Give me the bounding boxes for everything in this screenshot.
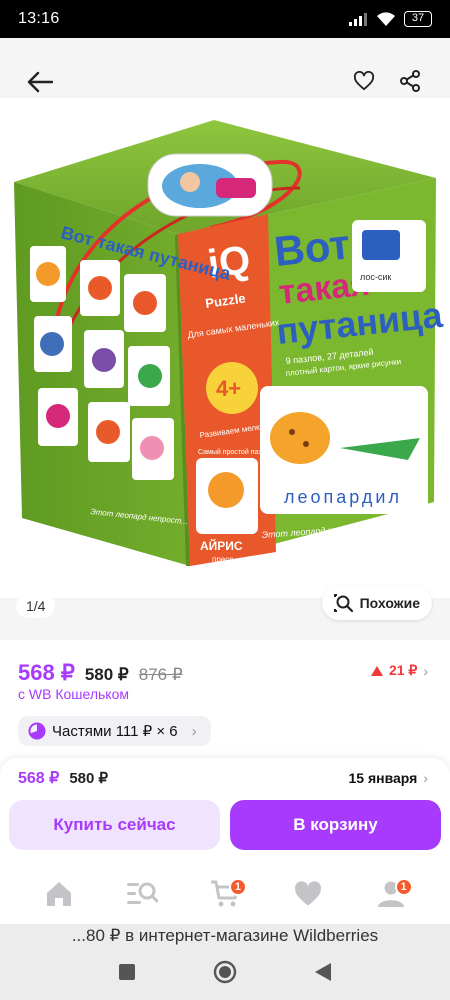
heart-filled-icon: [294, 881, 321, 906]
box-play-label: И ИГРАЕМ: [0, 353, 8, 398]
similar-label: Похожие: [359, 595, 420, 611]
delivery-date-button[interactable]: 15 января ›: [348, 770, 428, 786]
circle-icon: [213, 960, 237, 983]
status-time: 13:16: [18, 10, 60, 27]
catalog-search-icon: [127, 882, 159, 904]
similar-search-icon: [333, 594, 353, 613]
chevron-right-icon: ›: [423, 662, 428, 679]
back-button[interactable]: [22, 64, 58, 100]
price-crossed: 876 ₽: [138, 665, 183, 684]
home-system-button[interactable]: [213, 960, 237, 989]
installments-button[interactable]: Частями 111 ₽ × 6 ›: [18, 716, 211, 746]
similar-button[interactable]: Похожие: [321, 586, 432, 620]
nav-home[interactable]: [39, 874, 79, 914]
nav-cart[interactable]: 1: [205, 874, 247, 914]
back-system-button[interactable]: [315, 962, 331, 986]
profile-badge: 1: [394, 878, 413, 896]
buy-now-button[interactable]: Купить сейчас: [9, 800, 220, 850]
bottom-nav: 1 1: [0, 864, 450, 924]
favorite-button[interactable]: [348, 64, 380, 98]
home-icon: [47, 882, 72, 906]
square-icon: [119, 963, 135, 980]
delivery-date: 15 января: [348, 770, 418, 786]
triangle-back-icon: [315, 962, 331, 981]
system-nav-bar: [0, 948, 450, 1000]
status-icons: 37: [348, 11, 432, 27]
pricing-section: 568 ₽ 580 ₽ 876 ₽ с WB Кошельком 21 ₽ › …: [0, 640, 450, 758]
box-word-small: лос-сик: [360, 272, 391, 282]
gallery-counter: 1/4: [16, 594, 56, 618]
left-cards: [30, 246, 174, 480]
price-regular: 580 ₽: [84, 665, 129, 684]
share-icon: [400, 70, 420, 92]
arrow-left-icon: [27, 71, 53, 93]
chevron-right-icon: ›: [423, 770, 428, 786]
product-gallery[interactable]: iQ Puzzle Для самых маленьких 4+ Развива…: [0, 38, 450, 640]
price-history-button[interactable]: 21 ₽ ›: [370, 662, 428, 679]
browser-title-strip: ...80 ₽ в интернет-магазине Wildberries: [0, 924, 450, 948]
buy-panel-price-regular: 580 ₽: [69, 770, 109, 787]
price-row: 568 ₽ 580 ₽ 876 ₽: [18, 660, 183, 686]
status-bar: 13:16 37: [0, 0, 450, 38]
price-diff: 21 ₽: [388, 662, 418, 678]
nav-favorites[interactable]: [288, 874, 328, 914]
puzzle-box-image: iQ Puzzle Для самых маленьких 4+ Развива…: [0, 120, 450, 566]
arrow-up-icon: [370, 665, 383, 676]
wifi-icon: [377, 12, 395, 26]
signal-icon: [349, 13, 367, 26]
box-age-badge: 4+: [216, 376, 241, 401]
nav-profile[interactable]: 1: [371, 874, 413, 914]
box-publisher: АЙРИС: [200, 538, 243, 553]
battery-indicator: 37: [404, 11, 432, 27]
box-word-main: леопардил: [284, 487, 402, 507]
buy-panel: 568 ₽ 580 ₽ 15 января › Купить сейчас В …: [0, 758, 450, 864]
nav-catalog[interactable]: [122, 874, 162, 914]
box-publisher-sub: пресс: [212, 555, 233, 564]
heart-icon: [353, 71, 375, 91]
pie-icon: [28, 722, 46, 740]
buy-panel-price-wallet: 568 ₽: [18, 770, 60, 787]
car-token: [147, 153, 273, 217]
wallet-note[interactable]: с WB Кошельком: [18, 686, 129, 702]
recents-button[interactable]: [119, 963, 135, 985]
add-to-cart-button[interactable]: В корзину: [230, 800, 441, 850]
product-photo[interactable]: iQ Puzzle Для самых маленьких 4+ Развива…: [0, 98, 450, 598]
chevron-right-icon: ›: [191, 722, 197, 740]
buy-panel-price: 568 ₽ 580 ₽: [18, 768, 108, 788]
installments-label: Частями 111 ₽ × 6: [52, 723, 178, 740]
cart-badge: 1: [228, 878, 247, 896]
price-wallet: 568 ₽: [18, 660, 75, 685]
share-button[interactable]: [394, 64, 426, 98]
